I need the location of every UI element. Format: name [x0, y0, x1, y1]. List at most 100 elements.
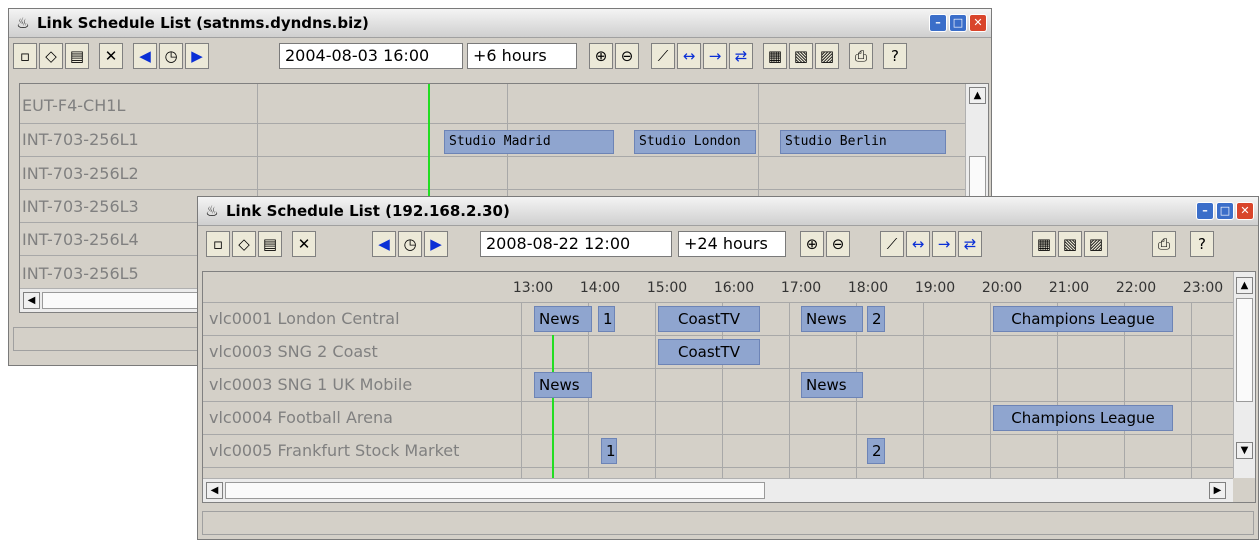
booking-bar[interactable]: News — [534, 306, 592, 332]
zoom-in-icon[interactable]: ⊕ — [589, 43, 613, 69]
properties-icon[interactable]: ▤ — [65, 43, 89, 69]
booking-bar[interactable]: News — [534, 372, 592, 398]
close-button[interactable]: ✕ — [1236, 202, 1254, 220]
span-field[interactable]: +6 hours — [467, 43, 577, 69]
report-icon[interactable]: ▦ — [763, 43, 787, 69]
maximize-button[interactable]: □ — [949, 14, 967, 32]
close-button[interactable]: ✕ — [969, 14, 987, 32]
hour-label: 17:00 — [780, 280, 822, 296]
hour-label: 19:00 — [914, 280, 956, 296]
link-icon[interactable]: ⟋ — [880, 231, 904, 257]
front-toolbar: ▫ ◇ ▤ ✕ ◀ ◷ ▶ 2008-08-22 12:00 +24 hours… — [200, 227, 1256, 261]
app-icon: ♨ — [16, 14, 30, 32]
row-label: vlc0004 Football Arena — [209, 408, 393, 427]
clock-icon[interactable]: ◷ — [159, 43, 183, 69]
minimize-button[interactable]: – — [1196, 202, 1214, 220]
help-icon[interactable]: ? — [1190, 231, 1214, 257]
export-icon[interactable]: ▧ — [789, 43, 813, 69]
scroll-right-button[interactable]: ▶ — [1209, 482, 1226, 499]
new-icon[interactable]: ▫ — [13, 43, 37, 69]
eraser-icon[interactable]: ◇ — [232, 231, 256, 257]
zoom-out-icon[interactable]: ⊖ — [615, 43, 639, 69]
zoom-in-icon[interactable]: ⊕ — [800, 231, 824, 257]
arrow-right-icon[interactable]: → — [703, 43, 727, 69]
previous-icon[interactable]: ◀ — [372, 231, 396, 257]
back-toolbar: ▫ ◇ ▤ ✕ ◀ ◷ ▶ 2004-08-03 16:00 +6 hours … — [11, 39, 989, 73]
scroll-thumb[interactable] — [42, 292, 222, 309]
row-label: INT-703-256L2 — [22, 164, 139, 183]
row-label: INT-703-256L3 — [22, 197, 139, 216]
row-label: vlc0003 SNG 2 Coast — [209, 342, 378, 361]
row-label: EUT-F4-CH1L — [22, 96, 126, 115]
booking-bar[interactable]: 1 — [598, 306, 615, 332]
zoom-out-icon[interactable]: ⊖ — [826, 231, 850, 257]
delete-icon[interactable]: ✕ — [292, 231, 316, 257]
span-field[interactable]: +24 hours — [678, 231, 786, 257]
current-time-line — [552, 335, 554, 478]
hour-label: 22:00 — [1115, 280, 1157, 296]
booking-bar[interactable]: Studio London — [634, 130, 756, 154]
vertical-scrollbar[interactable]: ▲ ▼ — [1233, 272, 1255, 478]
booking-bar[interactable]: CoastTV — [658, 339, 760, 365]
minimize-button[interactable]: – — [929, 14, 947, 32]
properties-icon[interactable]: ▤ — [258, 231, 282, 257]
arrow-left-right-icon[interactable]: ↔ — [906, 231, 930, 257]
booking-bar[interactable]: Champions League — [993, 306, 1173, 332]
hour-label: 20:00 — [981, 280, 1023, 296]
hour-label: 21:00 — [1048, 280, 1090, 296]
print-icon[interactable]: ⎙ — [849, 43, 873, 69]
arrow-left-right-icon[interactable]: ↔ — [677, 43, 701, 69]
hour-label: 16:00 — [713, 280, 755, 296]
arrow-right-icon[interactable]: → — [932, 231, 956, 257]
scroll-up-button[interactable]: ▲ — [1236, 277, 1253, 294]
next-icon[interactable]: ▶ — [424, 231, 448, 257]
booking-bar[interactable]: Studio Madrid — [444, 130, 614, 154]
back-window-title: Link Schedule List (satnms.dyndns.biz) — [37, 14, 369, 32]
horizontal-scrollbar[interactable]: ◀ ▶ — [203, 478, 1233, 502]
report-settings-icon[interactable]: ▨ — [1084, 231, 1108, 257]
row-label: INT-703-256L5 — [22, 264, 139, 283]
booking-bar[interactable]: 2 — [867, 438, 885, 464]
booking-bar[interactable]: Champions League — [993, 405, 1173, 431]
swap-icon[interactable]: ⇄ — [729, 43, 753, 69]
next-icon[interactable]: ▶ — [185, 43, 209, 69]
scroll-down-button[interactable]: ▼ — [1236, 442, 1253, 459]
scroll-thumb[interactable] — [1236, 298, 1253, 402]
booking-bar[interactable]: 1 — [601, 438, 617, 464]
date-field[interactable]: 2004-08-03 16:00 — [279, 43, 463, 69]
date-field[interactable]: 2008-08-22 12:00 — [480, 231, 672, 257]
booking-bar[interactable]: 2 — [867, 306, 885, 332]
link-icon[interactable]: ⟋ — [651, 43, 675, 69]
help-icon[interactable]: ? — [883, 43, 907, 69]
report-settings-icon[interactable]: ▨ — [815, 43, 839, 69]
row-label: INT-703-256L4 — [22, 230, 139, 249]
maximize-button[interactable]: □ — [1216, 202, 1234, 220]
booking-bar[interactable]: CoastTV — [658, 306, 760, 332]
scroll-thumb[interactable] — [225, 482, 765, 499]
print-icon[interactable]: ⎙ — [1152, 231, 1176, 257]
back-window-titlebar[interactable]: ♨ Link Schedule List (satnms.dyndns.biz)… — [9, 9, 991, 38]
new-icon[interactable]: ▫ — [206, 231, 230, 257]
row-label: vlc0001 London Central — [209, 309, 400, 328]
scroll-left-button[interactable]: ◀ — [23, 292, 40, 309]
front-window-title: Link Schedule List (192.168.2.30) — [226, 202, 510, 220]
previous-icon[interactable]: ◀ — [133, 43, 157, 69]
scroll-up-button[interactable]: ▲ — [969, 87, 986, 104]
hour-label: 18:00 — [847, 280, 889, 296]
booking-bar[interactable]: Studio Berlin — [780, 130, 946, 154]
hour-label: 23:00 — [1182, 280, 1224, 296]
booking-bar[interactable]: News — [801, 306, 863, 332]
delete-icon[interactable]: ✕ — [99, 43, 123, 69]
report-icon[interactable]: ▦ — [1032, 231, 1056, 257]
hour-label: 15:00 — [646, 280, 688, 296]
front-window-titlebar[interactable]: ♨ Link Schedule List (192.168.2.30) – □ … — [198, 197, 1258, 226]
scroll-left-button[interactable]: ◀ — [206, 482, 223, 499]
booking-bar[interactable]: News — [801, 372, 863, 398]
export-icon[interactable]: ▧ — [1058, 231, 1082, 257]
status-bar — [202, 511, 1254, 535]
java-app-icon: ♨ — [205, 202, 219, 220]
clock-icon[interactable]: ◷ — [398, 231, 422, 257]
eraser-icon[interactable]: ◇ — [39, 43, 63, 69]
front-schedule-area: 13:00 14:00 15:00 16:00 17:00 18:00 19:0… — [202, 271, 1256, 503]
swap-icon[interactable]: ⇄ — [958, 231, 982, 257]
